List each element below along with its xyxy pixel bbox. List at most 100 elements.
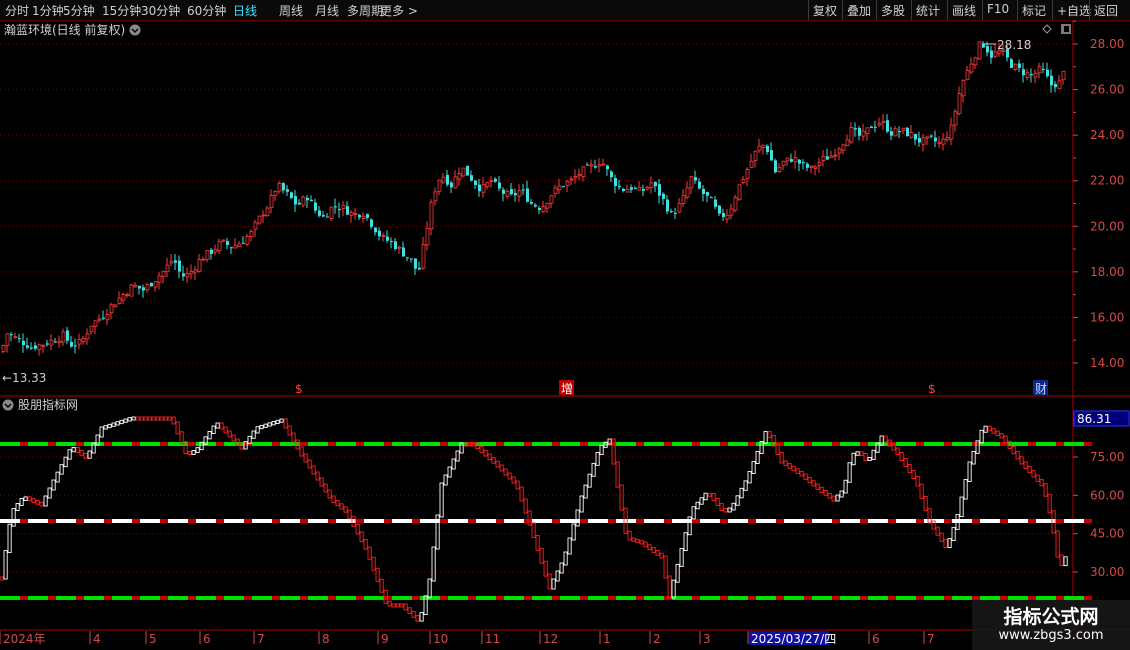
candle-body [674,212,677,214]
lower-band [588,596,608,600]
indicator-bar [787,463,792,469]
middle-band [588,519,608,523]
watermark-title: 指标公式网 [1003,606,1099,628]
candle-body [402,247,405,257]
middle-band-gap [1084,519,1092,523]
indicator-bar [735,495,740,506]
candle-body [809,165,814,168]
indicator-bar [67,449,72,460]
lower-band-gap [552,596,560,600]
middle-band [448,519,468,523]
candle-body [702,188,705,195]
indicator-menu-icon[interactable] [2,399,14,411]
candle-body [714,199,717,207]
candle-body [461,167,466,177]
indicator-bar [895,447,900,455]
candle-body [766,145,769,152]
lower-band-gap [384,596,392,600]
lower-band [700,596,720,600]
candle-body [374,227,377,233]
candle-body [245,236,250,245]
time-axis: 2024年 4 5 6 7 8 9 10 11 12 1 2 3 2025/03/27/四 6 7 [0,631,935,646]
upper-band-gap [636,442,644,446]
lower-band [196,596,216,600]
indicator-bar [179,431,184,445]
candle-body [366,214,369,218]
upper-band-gap [104,442,112,446]
middle-band-gap [580,519,588,523]
middle-band [868,519,888,523]
candle-body [226,241,229,246]
price-tick-label: 26.00 [1090,83,1124,97]
middle-band-gap [440,519,448,523]
lower-band [840,596,860,600]
indicator-bar [907,464,912,473]
middle-band [812,519,832,523]
indicator-tick-label: 75.00 [1090,450,1124,464]
middle-band [532,519,552,523]
candle-body [341,204,346,210]
indicator-bar [323,483,328,493]
candle-body [213,248,218,253]
middle-band-gap [20,519,28,523]
upper-band [812,442,832,446]
indicator-bar [139,416,144,421]
candle-body [81,338,86,343]
candle-body [338,209,341,211]
indicator-bar [991,428,996,434]
indicator-bar [1063,556,1068,567]
indicator-bar [407,607,412,615]
lower-band-gap [132,596,140,600]
candle-body [437,179,442,192]
lower-band [448,596,468,600]
indicator-bar [579,495,584,513]
indicator-bar [959,496,964,518]
indicator-bar [679,548,684,567]
indicator-bar [75,447,80,453]
candle-body [478,184,481,192]
main-panel-menu-icon[interactable] [129,24,141,36]
candle-body [741,178,746,184]
candle-body [541,206,546,213]
lower-band-gap [104,596,112,600]
middle-band-gap [188,519,196,523]
candle-body [906,127,909,137]
upper-band [784,442,804,446]
indicator-bar [195,447,200,453]
middle-band [56,519,76,523]
indicator-bar [979,429,984,444]
indicator-bar [35,499,40,505]
lower-band [616,596,636,600]
middle-band [784,519,804,523]
indicator-bar [499,464,504,472]
candle-body [802,162,805,164]
candle-body [410,258,413,260]
indicator-bar [531,522,536,538]
candle-body [286,189,289,192]
price-tick-label: 28.00 [1090,37,1124,51]
indicator-bar [867,456,872,461]
lower-band-gap [860,596,868,600]
candle-body [269,195,274,208]
diamond-icon[interactable] [1042,24,1052,34]
lower-band [924,596,944,600]
indicator-bar [543,560,548,577]
lower-band [644,596,664,600]
chart-canvas[interactable]: 28.00 26.00 24.00 22.00 20.00 18.00 16.00 14.00… [0,0,1130,650]
candle-body [1010,59,1013,68]
indicator-bar [263,423,268,428]
indicator-bar [275,419,280,425]
time-label-12: 3 [703,632,711,646]
candle-body [290,192,293,199]
candle-body [18,338,21,340]
upper-band [308,442,328,446]
panel-toggle-icon[interactable] [1061,24,1071,34]
indicator-bar [635,538,640,544]
upper-band-gap [944,442,952,446]
indicator-bar [1059,554,1064,567]
candle-body [597,164,602,167]
lower-band [868,596,888,600]
candle-body [433,191,438,202]
candle-body [322,215,325,217]
upper-band [252,442,272,446]
